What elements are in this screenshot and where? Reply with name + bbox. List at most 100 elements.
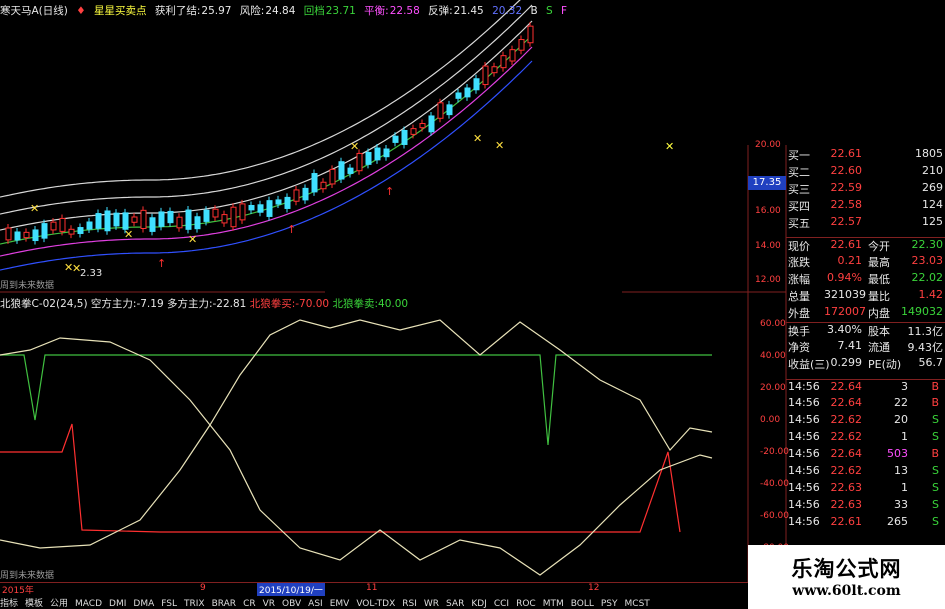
candle-body[interactable] <box>446 104 453 116</box>
candle-body[interactable] <box>365 151 372 165</box>
tick-side: S <box>932 464 939 477</box>
toolbar-item[interactable]: VR <box>263 599 275 609</box>
candle-body[interactable] <box>347 167 354 174</box>
candle-body[interactable] <box>491 66 498 74</box>
order-book-row[interactable]: 买三 22.59 269 <box>786 181 945 198</box>
candle-body[interactable] <box>473 78 480 91</box>
stat-label: 最低 <box>868 273 890 286</box>
tick-volume: 22 <box>894 396 908 409</box>
candle-body[interactable] <box>338 161 345 180</box>
candle-body[interactable] <box>239 203 246 221</box>
candle-body[interactable] <box>437 102 444 119</box>
candle-body[interactable] <box>401 129 408 145</box>
toolbar-item[interactable]: TRIX <box>184 599 205 609</box>
candle-body[interactable] <box>329 168 336 185</box>
candle-body[interactable] <box>392 135 399 143</box>
candle-body[interactable] <box>419 123 426 129</box>
toolbar-item[interactable]: PSY <box>601 599 618 609</box>
pullback-value: 23.71 <box>325 5 356 17</box>
tick-price: 22.63 <box>830 498 863 511</box>
candle-body[interactable] <box>14 231 21 241</box>
toolbar-item[interactable]: BOLL <box>571 599 594 609</box>
candle-body[interactable] <box>212 208 219 218</box>
candle-body[interactable] <box>185 209 192 230</box>
candle-body[interactable] <box>158 211 165 227</box>
candle-body[interactable] <box>455 92 462 99</box>
candle-body[interactable] <box>167 210 174 224</box>
toolbar-item[interactable]: MTM <box>543 599 564 609</box>
toolbar-item[interactable]: ASI <box>308 599 323 609</box>
candle-body[interactable] <box>482 65 489 86</box>
candle-body[interactable] <box>194 216 201 230</box>
candle-body[interactable] <box>176 216 183 229</box>
toolbar-item[interactable]: EMV <box>330 599 350 609</box>
candle-body[interactable] <box>518 39 525 51</box>
candle-body[interactable] <box>248 204 255 211</box>
stock-title[interactable]: 寒天马A(日线) <box>0 5 68 17</box>
candle-body[interactable] <box>77 227 84 234</box>
sub-indicator-title[interactable]: 北狼拳C-02(24,5) <box>0 298 88 310</box>
candle-body[interactable] <box>41 223 48 239</box>
candle-body[interactable] <box>428 115 435 133</box>
candle-body[interactable] <box>113 212 120 227</box>
candle-body[interactable] <box>23 231 30 239</box>
candle-body[interactable] <box>140 209 147 229</box>
toolbar-item[interactable]: WR <box>424 599 439 609</box>
toolbar-item[interactable]: 指标 <box>0 599 18 609</box>
toolbar-item[interactable]: FSL <box>161 599 177 609</box>
toolbar-item[interactable]: DMI <box>109 599 126 609</box>
toolbar-item[interactable]: BRAR <box>212 599 236 609</box>
toolbar-item[interactable]: DMA <box>133 599 154 609</box>
candle-body[interactable] <box>257 204 264 213</box>
toolbar-item[interactable]: MCST <box>625 599 650 609</box>
candle-body[interactable] <box>5 227 12 241</box>
candle-body[interactable] <box>302 187 309 201</box>
candle-body[interactable] <box>284 196 291 209</box>
candle-body[interactable] <box>293 189 300 202</box>
candle-body[interactable] <box>320 181 327 190</box>
candle-body[interactable] <box>383 148 390 158</box>
candle-body[interactable] <box>374 147 381 161</box>
candle-body[interactable] <box>86 221 93 230</box>
candle-body[interactable] <box>104 210 111 232</box>
toolbar-item[interactable]: KDJ <box>471 599 487 609</box>
order-book-row[interactable]: 买四 22.58 124 <box>786 198 945 215</box>
candle-body[interactable] <box>221 214 228 224</box>
candle-body[interactable] <box>527 25 534 44</box>
candle-body[interactable] <box>68 228 75 235</box>
candle-body[interactable] <box>122 212 129 230</box>
candle-body[interactable] <box>59 217 66 232</box>
toolbar-item[interactable]: 公用 <box>50 599 68 609</box>
toolbar-item[interactable]: RSI <box>402 599 417 609</box>
candle-body[interactable] <box>410 128 417 135</box>
toolbar-item[interactable]: SAR <box>446 599 464 609</box>
candle-body[interactable] <box>500 55 507 69</box>
candle-body[interactable] <box>275 199 282 205</box>
trading-terminal: ✕ ✕ ✕ ✕ ✕ ✕ ✕ ✕ ↑ ↑ ↑ 寒天马A(日线) ♦ 星星买卖点 获利了结:25.97 … <box>0 0 945 609</box>
toolbar-item[interactable]: ROC <box>516 599 536 609</box>
toolbar-item[interactable]: CR <box>243 599 256 609</box>
order-book-row[interactable]: 买五 22.57 125 <box>786 215 945 232</box>
toolbar-item[interactable]: 模板 <box>25 599 43 609</box>
candle-body[interactable] <box>50 221 57 231</box>
candle-body[interactable] <box>95 213 102 229</box>
candle-body[interactable] <box>230 206 237 228</box>
candle-body[interactable] <box>32 229 39 242</box>
candle-body[interactable] <box>464 87 471 98</box>
toolbar-item[interactable]: VOL-TDX <box>356 599 395 609</box>
toolbar-item[interactable]: OBV <box>282 599 301 609</box>
toolbar-item[interactable]: CCI <box>494 599 509 609</box>
candle-body[interactable] <box>311 173 318 193</box>
bid-level-label: 买一 <box>788 149 810 162</box>
candle-body[interactable] <box>149 217 156 232</box>
candle-body[interactable] <box>203 209 210 222</box>
candle-body[interactable] <box>131 216 138 223</box>
candle-body[interactable] <box>356 152 363 172</box>
order-book-row[interactable]: 买二 22.60 210 <box>786 164 945 181</box>
indicator-name[interactable]: 星星买卖点 <box>94 5 147 17</box>
no-future-data-main: 周到未来数据 <box>0 281 55 291</box>
toolbar-item[interactable]: MACD <box>75 599 102 609</box>
order-book-row[interactable]: 买一 22.61 1805 <box>786 147 945 164</box>
candle-body[interactable] <box>266 200 273 217</box>
candle-body[interactable] <box>509 49 516 62</box>
